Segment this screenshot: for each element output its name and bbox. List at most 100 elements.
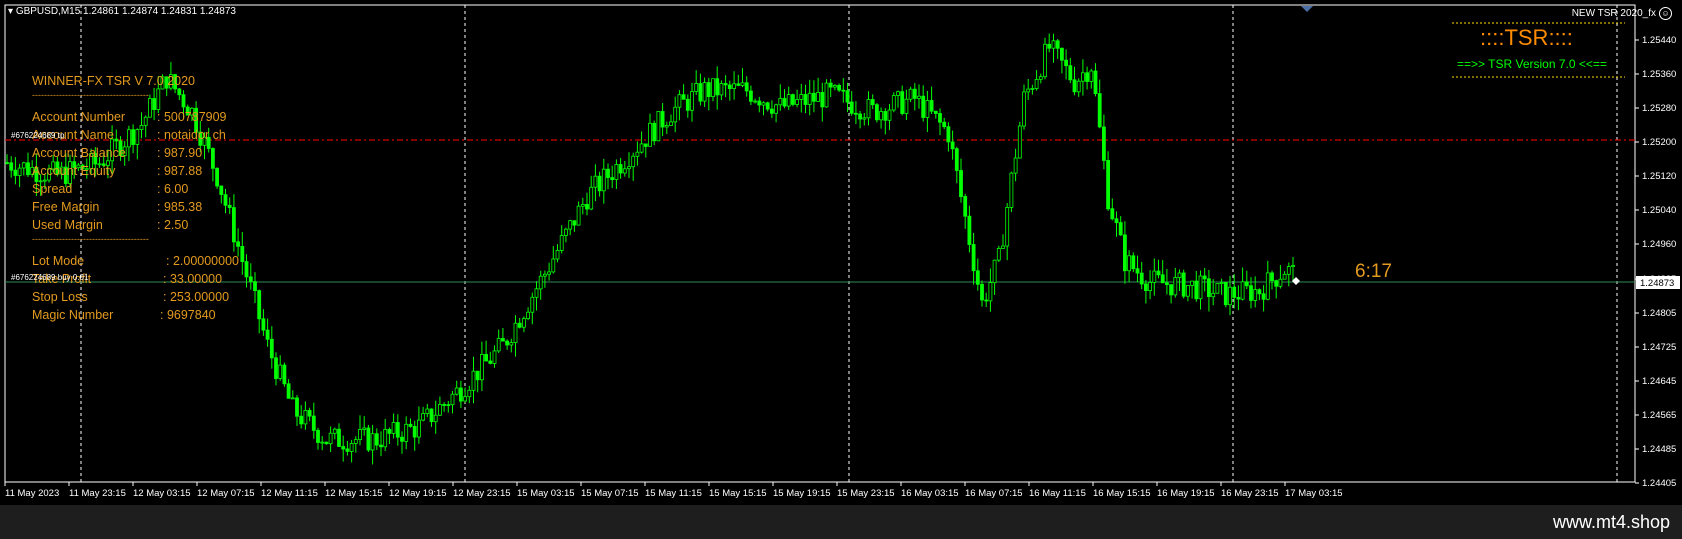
candle-body xyxy=(833,85,837,88)
price-tick-label: 1.25040 xyxy=(1642,205,1676,216)
scroll-marker-icon[interactable] xyxy=(1301,6,1313,12)
candle-body xyxy=(509,342,514,346)
candle-body xyxy=(328,432,333,445)
candle-body xyxy=(610,177,615,181)
candle-body xyxy=(652,122,657,142)
price-tick-label: 1.25360 xyxy=(1642,69,1676,80)
buy-order-tag[interactable]: #676224689 buy 0.01 xyxy=(11,273,88,282)
candle-body xyxy=(1274,280,1279,287)
time-tick-label: 17 May 03:15 xyxy=(1285,488,1343,499)
price-tick-label: 1.25440 xyxy=(1642,35,1676,46)
candle-body xyxy=(1005,206,1010,247)
candle-body xyxy=(799,94,804,100)
candle-body xyxy=(992,259,997,284)
price-chart[interactable]: 1.25440 1.25360 1.25280 1.25200 1.25120 1.250… xyxy=(0,0,1682,505)
spread-label: Spread xyxy=(32,182,73,196)
candle-body xyxy=(1219,281,1224,284)
time-tick-label: 12 May 07:15 xyxy=(197,488,255,499)
candle-body xyxy=(295,397,299,417)
candle-body xyxy=(522,318,526,328)
candle-body xyxy=(513,322,518,344)
account-balance-label: Account Balance xyxy=(32,146,126,160)
symbol-header[interactable]: ▾ GBPUSD,M15 1.24861 1.24874 1.24831 1.2… xyxy=(8,6,236,17)
candle-body xyxy=(694,83,699,92)
candle-body xyxy=(299,415,304,425)
tp-order-tag[interactable]: #676224689 tp xyxy=(11,131,64,140)
candle-body xyxy=(891,95,896,111)
candle-body xyxy=(648,122,652,147)
candle-body xyxy=(5,162,9,165)
candle-body xyxy=(971,244,976,272)
candle-body xyxy=(290,397,295,400)
candle-body xyxy=(248,276,253,282)
candle-body xyxy=(883,111,888,121)
candle-body xyxy=(282,364,287,385)
candle-body xyxy=(1047,43,1052,49)
candle-body xyxy=(177,88,182,96)
candle-body xyxy=(433,414,438,423)
candle-body xyxy=(589,186,594,210)
candle-body xyxy=(127,129,131,148)
candle-body xyxy=(1110,208,1115,220)
candle-body xyxy=(879,111,883,121)
candle-body xyxy=(618,164,623,174)
candle-body xyxy=(1089,70,1094,82)
candle-body xyxy=(261,318,266,331)
candle-body xyxy=(849,101,854,114)
candle-body xyxy=(278,364,283,379)
current-price-label: 1.24873 xyxy=(1640,278,1674,289)
candle-body xyxy=(912,88,917,99)
candle-body xyxy=(412,425,417,438)
candle-body xyxy=(383,428,388,448)
account-number-label: Account Number xyxy=(32,110,126,124)
candle-body xyxy=(475,370,480,381)
take-profit-value: : 33.00000 xyxy=(163,272,223,286)
lot-mode-label: Lot Mode xyxy=(32,254,85,268)
smiley-icon[interactable]: ☺ xyxy=(1659,7,1672,20)
candle-body xyxy=(231,207,236,243)
price-tick-label: 1.25120 xyxy=(1642,171,1676,182)
candle-body xyxy=(358,429,362,441)
candle-body xyxy=(1144,283,1148,291)
candle-body xyxy=(1085,72,1089,82)
panel-separator-bottom: --------------------------------------- xyxy=(32,234,149,244)
time-tick-label: 12 May 11:15 xyxy=(261,488,318,499)
used-margin-label: Used Margin xyxy=(32,218,103,232)
candle-body xyxy=(1249,285,1253,301)
candle-body xyxy=(1123,234,1127,272)
candle-body xyxy=(606,168,610,178)
candle-body xyxy=(517,322,522,328)
candle-body xyxy=(42,179,47,182)
candle-body xyxy=(446,404,451,407)
price-tick-label: 1.24805 xyxy=(1642,308,1676,319)
time-tick-label: 15 May 19:15 xyxy=(773,488,831,499)
time-tick-label: 11 May 2023 xyxy=(5,488,59,499)
candle-body xyxy=(131,129,136,145)
candle-body xyxy=(639,143,644,153)
candle-body xyxy=(442,404,447,406)
candle-body xyxy=(471,370,476,391)
candle-body xyxy=(353,439,358,444)
price-tick-label: 1.24645 xyxy=(1642,376,1676,387)
candle-body xyxy=(900,91,905,114)
time-tick-label: 16 May 07:15 xyxy=(965,488,1023,499)
candle-body xyxy=(374,433,379,446)
candle-body xyxy=(711,78,715,97)
candle-body xyxy=(601,168,606,192)
candle-body xyxy=(1081,72,1085,82)
candle-body xyxy=(1064,59,1068,67)
candle-body xyxy=(959,170,963,198)
candle-body xyxy=(803,94,808,105)
candle-body xyxy=(1026,88,1031,93)
candle-body xyxy=(1286,266,1291,275)
candle-body xyxy=(543,273,547,277)
candle-body xyxy=(715,78,720,96)
candle-body xyxy=(702,82,707,102)
candle-body xyxy=(1291,264,1295,267)
free-margin-label: Free Margin xyxy=(32,200,100,214)
dropdown-arrow-icon[interactable]: ▾ xyxy=(8,6,13,17)
time-tick-label: 15 May 23:15 xyxy=(837,488,895,499)
magic-number-label: Magic Number xyxy=(32,308,114,322)
candle-body xyxy=(387,428,392,434)
logo-version: ==>> TSR Version 7.0 <<== xyxy=(1457,57,1607,71)
